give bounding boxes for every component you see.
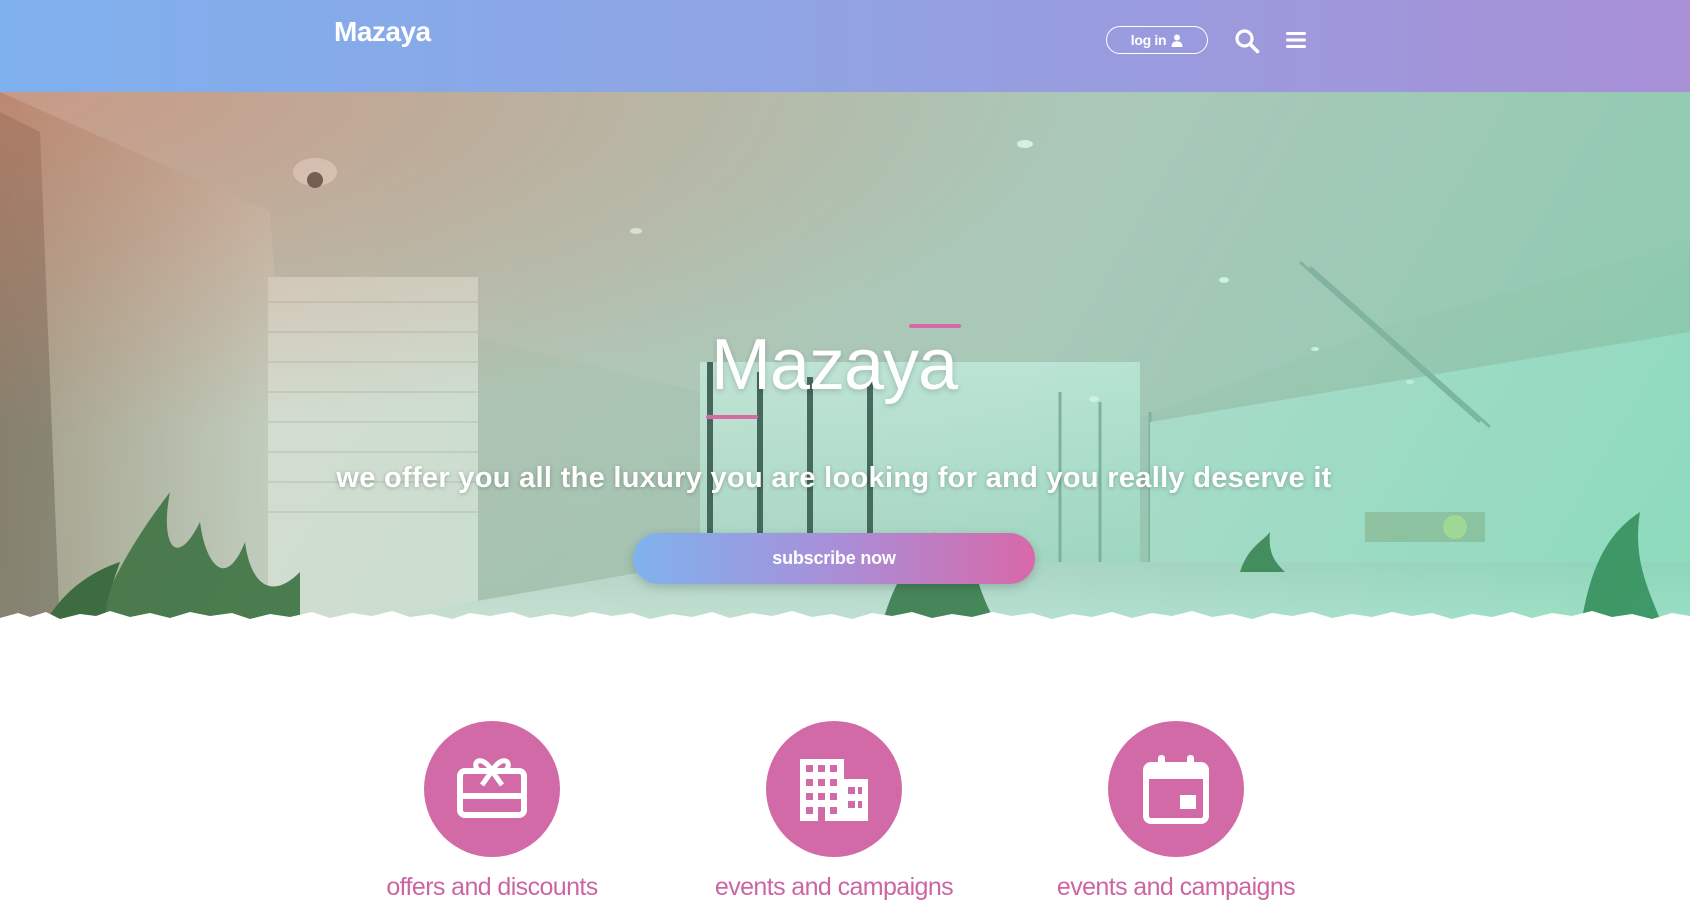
hero-tagline: we offer you all the luxury you are look…	[336, 462, 1332, 494]
feature-label: events and campaigns	[714, 873, 954, 901]
feature-events-and-campaigns-calendar[interactable]: events and campaigns	[1026, 721, 1326, 909]
gift-card-icon	[457, 758, 527, 818]
page: Mazaya log in Mazaya we offer you all th…	[0, 0, 1690, 909]
feature-icon-circle	[424, 721, 560, 857]
user-icon	[1171, 34, 1183, 47]
hamburger-menu-icon[interactable]	[1284, 29, 1308, 51]
brand-logo[interactable]: Mazaya	[334, 16, 431, 48]
search-icon[interactable]	[1234, 28, 1260, 54]
feature-events-and-campaigns[interactable]: events and campaigns	[684, 721, 984, 909]
hero-title: Mazaya	[710, 325, 958, 405]
top-navbar: Mazaya log in	[0, 0, 1690, 92]
calendar-icon	[1143, 755, 1209, 824]
feature-icon-circle	[1108, 721, 1244, 857]
feature-label: offers and discounts	[386, 873, 598, 901]
login-button[interactable]: log in	[1106, 26, 1208, 54]
feature-icon-circle	[766, 721, 902, 857]
torn-paper-divider	[0, 611, 1690, 640]
feature-label: events and campaigns	[1056, 873, 1296, 901]
title-accent-line-bottom	[706, 415, 758, 419]
building-icon	[800, 759, 868, 821]
feature-offers-and-discounts[interactable]: offers and discounts	[342, 721, 642, 909]
login-label: log in	[1130, 32, 1167, 48]
